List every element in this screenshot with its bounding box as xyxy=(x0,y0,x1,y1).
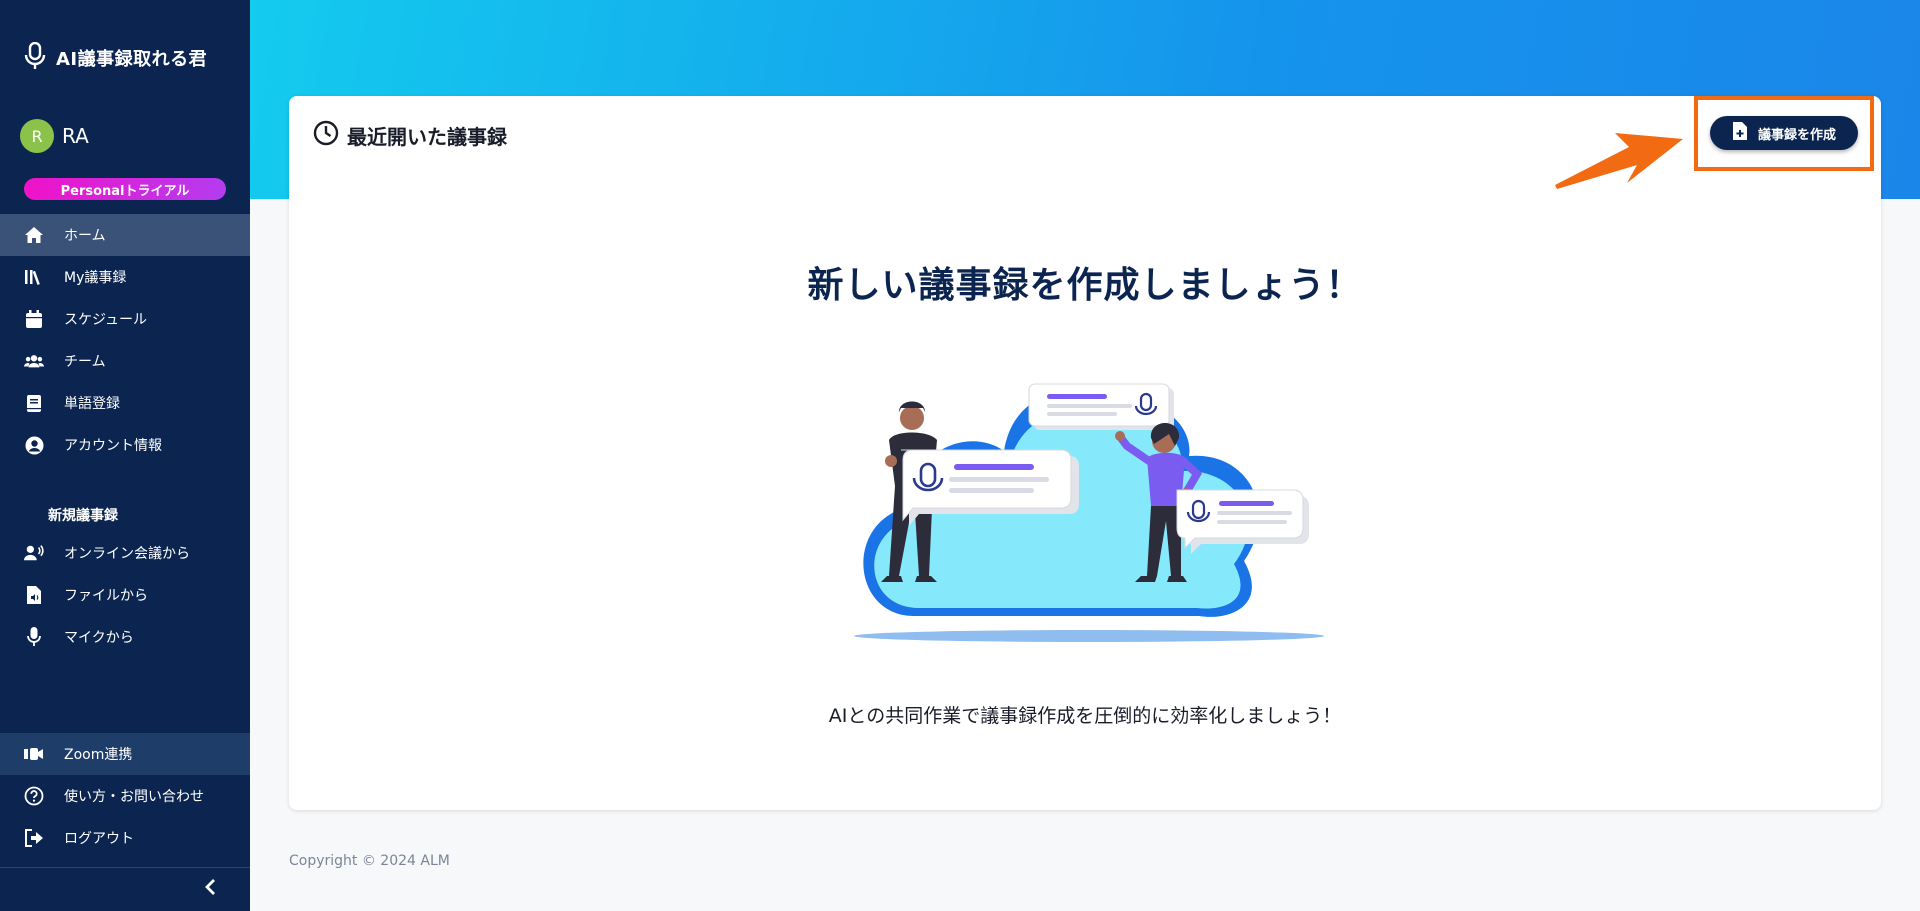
logout-icon xyxy=(24,828,44,848)
copyright: Copyright © 2024 ALM xyxy=(289,853,450,869)
bottom-nav: Zoom連携 使い方・お問い合わせ ログアウト xyxy=(0,733,250,859)
mic-icon xyxy=(24,627,44,647)
plan-badge[interactable]: Personalトライアル xyxy=(24,178,226,200)
calendar-icon xyxy=(24,309,44,329)
zoom-icon xyxy=(24,744,44,764)
home-icon xyxy=(24,225,44,245)
main-nav: ホーム My議事録 スケジュール チーム 単語登録 アカウント情報 xyxy=(0,214,250,466)
sidebar-item-online-meeting[interactable]: オンライン会議から xyxy=(0,532,250,574)
sidebar-item-home[interactable]: ホーム xyxy=(0,214,250,256)
hero-subtitle: AIとの共同作業で議事録作成を圧倒的に効率化しましょう！ xyxy=(828,705,1342,727)
collapse-sidebar-button[interactable] xyxy=(198,877,222,901)
sidebar-item-label: 使い方・お問い合わせ xyxy=(64,789,204,805)
sidebar-item-label: マイクから xyxy=(64,630,134,646)
sidebar-item-label: Zoom連携 xyxy=(64,747,133,763)
pointer-arrow-icon xyxy=(1555,133,1683,189)
sidebar-item-zoom[interactable]: Zoom連携 xyxy=(0,733,250,775)
speaker-icon xyxy=(24,543,44,563)
hero-title: 新しい議事録を作成しましょう！ xyxy=(807,265,1363,306)
sidebar: AI議事録取れる君 R RA Personalトライアル ホーム My議事録 ス… xyxy=(0,0,250,911)
brand[interactable]: AI議事録取れる君 xyxy=(24,41,208,74)
audio-file-icon xyxy=(24,585,44,605)
sidebar-item-schedule[interactable]: スケジュール xyxy=(0,298,250,340)
add-file-icon xyxy=(1732,121,1748,145)
avatar: R xyxy=(20,119,54,153)
sidebar-item-label: 単語登録 xyxy=(64,396,120,412)
sidebar-item-label: アカウント情報 xyxy=(64,438,162,454)
sidebar-item-team[interactable]: チーム xyxy=(0,340,250,382)
clock-icon xyxy=(313,120,339,150)
app-title: AI議事録取れる君 xyxy=(56,49,208,70)
collaboration-illustration xyxy=(829,346,1349,650)
sidebar-item-label: チーム xyxy=(64,354,106,370)
card-title: 最近開いた議事録 xyxy=(347,124,507,149)
book-icon xyxy=(24,393,44,413)
team-icon xyxy=(24,351,44,371)
sidebar-item-my-minutes[interactable]: My議事録 xyxy=(0,256,250,298)
card-header: 最近開いた議事録 xyxy=(313,120,507,150)
sidebar-item-dictionary[interactable]: 単語登録 xyxy=(0,382,250,424)
library-icon xyxy=(24,267,44,287)
sidebar-divider xyxy=(0,867,250,868)
sidebar-item-label: オンライン会議から xyxy=(64,546,190,562)
sidebar-item-from-mic[interactable]: マイクから xyxy=(0,616,250,658)
sidebar-item-label: スケジュール xyxy=(64,312,148,328)
sidebar-item-label: ファイルから xyxy=(64,588,148,604)
sidebar-item-help[interactable]: 使い方・お問い合わせ xyxy=(0,775,250,817)
help-icon xyxy=(24,786,44,806)
sidebar-item-label: My議事録 xyxy=(64,270,127,286)
create-minutes-label: 議事録を作成 xyxy=(1757,127,1836,143)
sidebar-item-from-file[interactable]: ファイルから xyxy=(0,574,250,616)
new-minutes-section-title: 新規議事録 xyxy=(48,508,118,524)
sidebar-item-label: ホーム xyxy=(64,228,106,244)
user-name: RA xyxy=(62,124,89,148)
sidebar-item-account[interactable]: アカウント情報 xyxy=(0,424,250,466)
user-circle-icon xyxy=(24,435,44,455)
new-minutes-nav: オンライン会議から ファイルから マイクから xyxy=(0,532,250,658)
mic-logo-icon xyxy=(24,41,46,74)
sidebar-item-label: ログアウト xyxy=(64,831,134,847)
chevron-left-icon xyxy=(204,878,216,900)
recent-minutes-card: 最近開いた議事録 議事録を作成 新しい議事録を作成しましょう！ AIとの共同作業… xyxy=(289,96,1881,810)
create-minutes-button[interactable]: 議事録を作成 xyxy=(1710,116,1858,150)
sidebar-item-logout[interactable]: ログアウト xyxy=(0,817,250,859)
user-profile[interactable]: R RA xyxy=(20,119,89,153)
